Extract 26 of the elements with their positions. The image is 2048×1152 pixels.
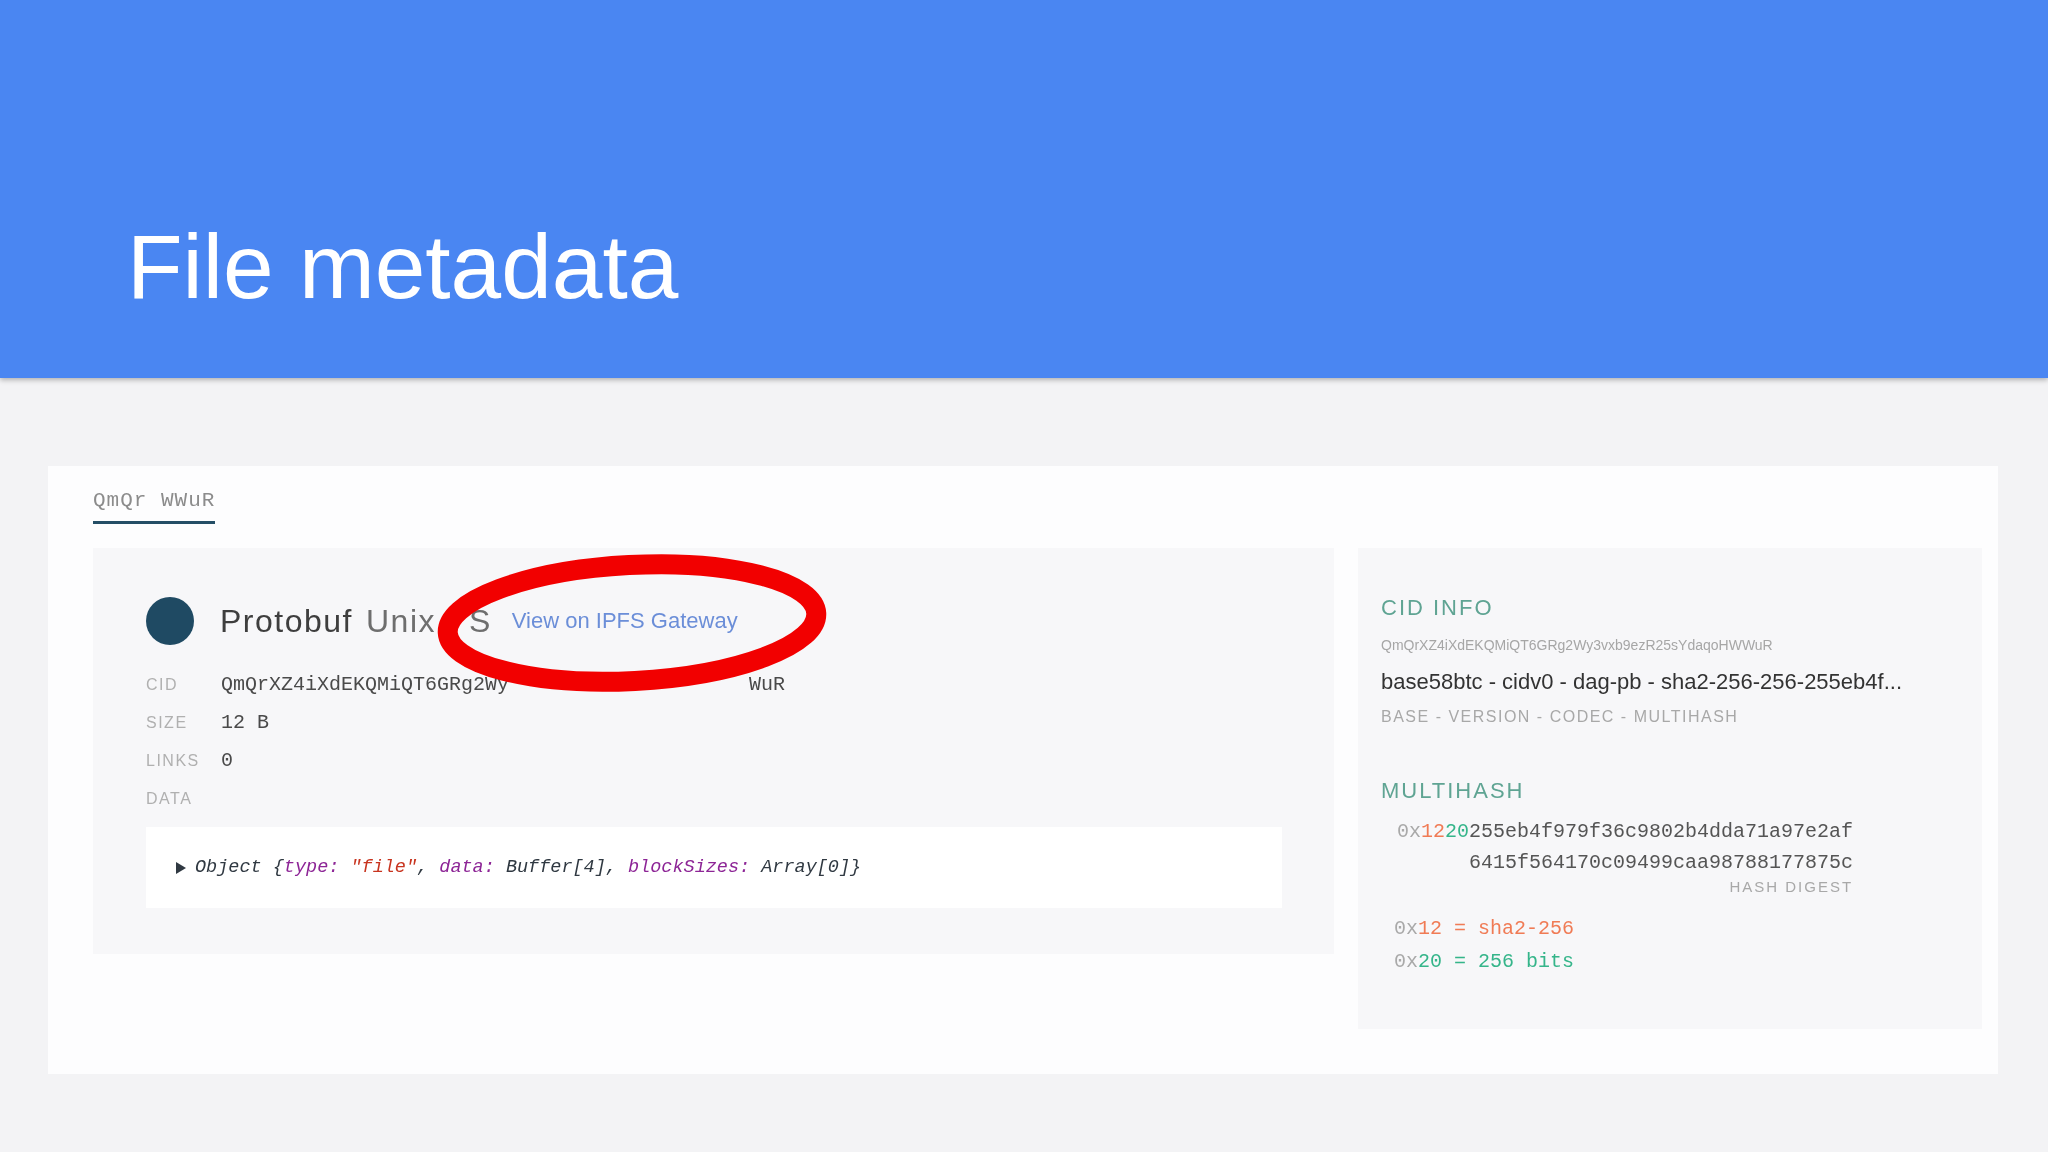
- node-dot-icon: [146, 597, 194, 645]
- field-label: SIZE: [146, 713, 189, 733]
- object-preview: Object {type: "file", data: Buffer[4], blockSizes: Array[0]}: [195, 855, 862, 880]
- node-type-title: Protobuf: [220, 602, 353, 641]
- decoded-hash-field: 0x20 = 256 bits: [1394, 945, 1575, 978]
- caret-icon[interactable]: [175, 861, 187, 874]
- gateway-link[interactable]: View on IPFS Gateway: [511, 606, 738, 636]
- field-value: WuR: [749, 672, 786, 698]
- field-value: 12 B: [221, 710, 269, 736]
- field-label: DATA: [146, 789, 194, 809]
- field-value: 0: [221, 748, 233, 774]
- cid-text: QmQrXZ4iXdEKQMiQT6GRg2Wy3vxb9ezR25sYdaqoHWWuR: [1381, 636, 1773, 655]
- decoded-hash-field: 0x12 = sha2-256: [1394, 912, 1575, 945]
- tab[interactable]: QmQr WWuR: [93, 487, 216, 524]
- field-label: CID: [146, 675, 180, 695]
- hash-digest-label: HASH DIGEST: [1729, 878, 1854, 895]
- field-label: LINKS: [146, 751, 201, 771]
- node-format-title: Unix: [365, 602, 436, 641]
- cid-summary-legend: BASE - VERSION - CODEC - MULTIHASH: [1381, 706, 1739, 728]
- node-format-title: S: [469, 602, 492, 641]
- field-value: QmQrXZ4iXdEKQMiQT6GRg2Wy: [221, 672, 510, 698]
- section-heading: CID INFO: [1381, 594, 1494, 622]
- section-heading: MULTIHASH: [1381, 777, 1525, 805]
- multihash-value: 0x1220255eb4f979f36c9802b4dda71a97e2af6415f564170c09499caa98788177875c: [1395, 819, 1854, 876]
- slide-title: File metadata: [127, 221, 679, 312]
- cid-summary: base58btc - cidv0 - dag-pb - sha2-256-256-255eb4f...: [1381, 668, 1902, 696]
